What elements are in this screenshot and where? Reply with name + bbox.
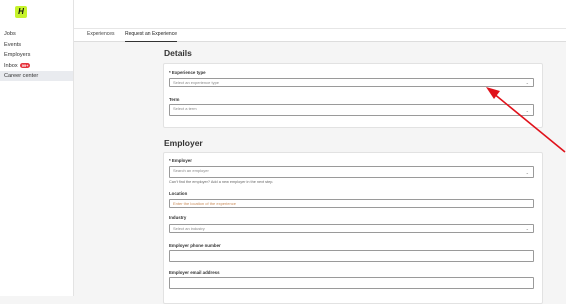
annotation-arrow-icon <box>486 87 566 153</box>
